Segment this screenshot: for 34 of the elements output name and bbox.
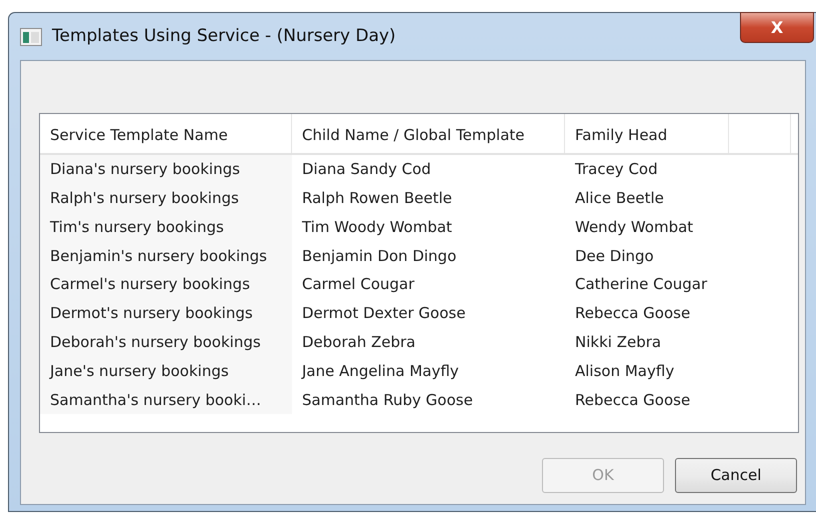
table-cell-text: Carmel Cougar	[301, 274, 416, 296]
table-cell-text: Diana Sandy Cod	[301, 159, 432, 180]
table-cell-text: Dee Dingo	[574, 246, 655, 267]
table-cell-text: Deborah Zebra	[301, 332, 416, 353]
table-cell: Diana's nursery bookings	[40, 155, 292, 184]
column-header[interactable]: Child Name / Global Template	[292, 114, 565, 153]
table-cell-text: Rebecca Goose	[574, 303, 692, 324]
table-cell-text: Rebecca Goose	[574, 390, 692, 411]
table-cell-text: Tracey Cod	[574, 159, 659, 180]
window-title: Templates Using Service - (Nursery Day)	[52, 24, 396, 48]
table-cell: Carmel's nursery bookings	[40, 270, 292, 299]
column-header[interactable]: Family Head	[565, 114, 729, 153]
app-icon	[20, 28, 42, 46]
table-cell-text: Ralph Rowen Beetle	[301, 188, 453, 209]
table-cell: Deborah's nursery bookings	[40, 328, 292, 357]
table-cell: Jane's nursery bookings	[40, 356, 292, 386]
table-cell: Ralph's nursery bookings	[40, 184, 292, 213]
table-cell-text: Alison Mayfly	[574, 360, 676, 382]
table-cell: Benjamin's nursery bookings	[40, 241, 292, 270]
column-header[interactable]: Service Template Name	[40, 114, 292, 153]
table-cell-text: Samantha Ruby Goose	[301, 390, 474, 411]
close-button[interactable]: X	[740, 12, 814, 43]
table-cell-text: Jane Angelina Mayfly	[300, 360, 460, 382]
cancel-button[interactable]: Cancel	[675, 458, 797, 493]
table-cell-text: Nikki Zebra	[574, 332, 662, 353]
table-cell: Samantha's nursery booki…	[40, 385, 292, 414]
table-cell-text: Benjamin Don Dingo	[301, 246, 458, 267]
table-cell: Dermot's nursery bookings	[40, 298, 292, 328]
table-cell-text: Wendy Wombat	[574, 216, 694, 238]
table-cell-text: Alice Beetle	[574, 188, 665, 209]
table-cell: Tim's nursery bookings	[40, 212, 292, 242]
table-cell-text: Catherine Cougar	[574, 274, 708, 296]
table-cell-text: Dermot Dexter Goose	[301, 303, 467, 324]
table-cell-text: Tim Woody Wombat	[301, 216, 454, 238]
